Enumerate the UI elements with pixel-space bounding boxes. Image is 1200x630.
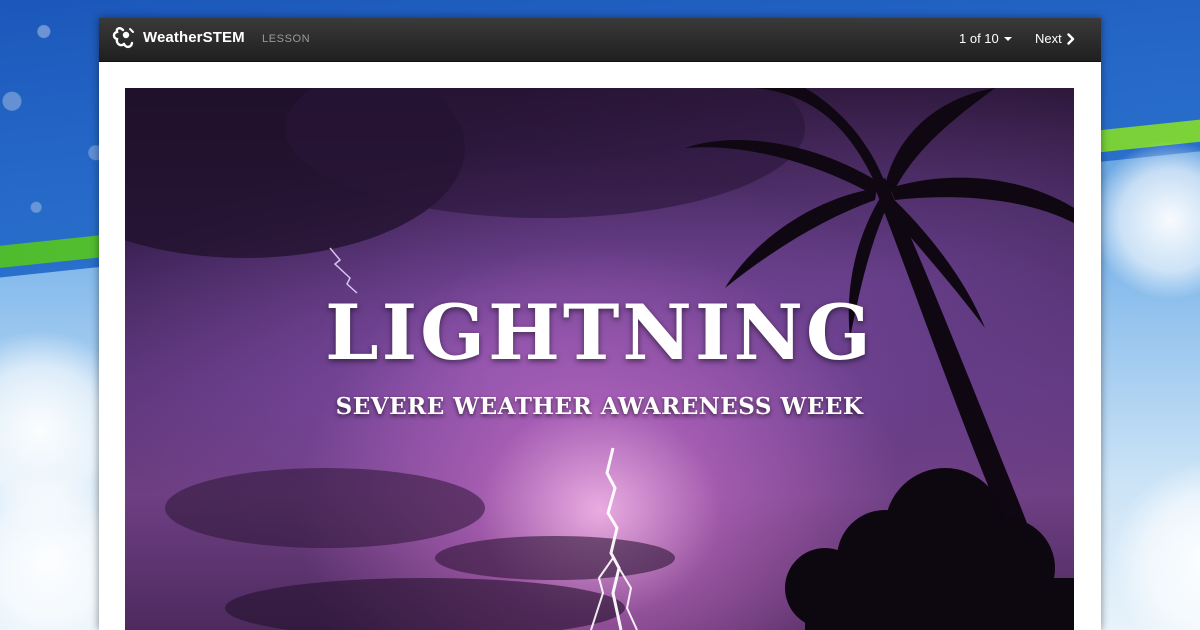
next-button-label: Next: [1035, 31, 1062, 46]
page-counter-dropdown[interactable]: 1 of 10: [959, 31, 1012, 46]
slide-subtitle: SEVERE WEATHER AWARENESS WEEK: [335, 393, 864, 420]
slide-hero-image: LIGHTNING SEVERE WEATHER AWARENESS WEEK: [125, 88, 1074, 630]
top-navbar: WeatherSTEM LESSON 1 of 10 Next: [99, 18, 1101, 62]
next-button[interactable]: Next: [1035, 31, 1075, 46]
page-counter-label: 1 of 10: [959, 31, 999, 46]
chevron-right-icon: [1067, 32, 1074, 45]
section-tag: LESSON: [262, 33, 311, 45]
caret-down-icon: [1003, 37, 1012, 41]
weatherstem-logo-icon[interactable]: [111, 26, 135, 52]
brand-name[interactable]: WeatherSTEM: [143, 29, 245, 46]
lesson-window: WeatherSTEM LESSON 1 of 10 Next LIGHTNIN…: [99, 18, 1101, 630]
background-cloud: [1110, 460, 1200, 630]
background-cloud: [1090, 140, 1200, 300]
slide-title: LIGHTNING: [325, 288, 874, 377]
